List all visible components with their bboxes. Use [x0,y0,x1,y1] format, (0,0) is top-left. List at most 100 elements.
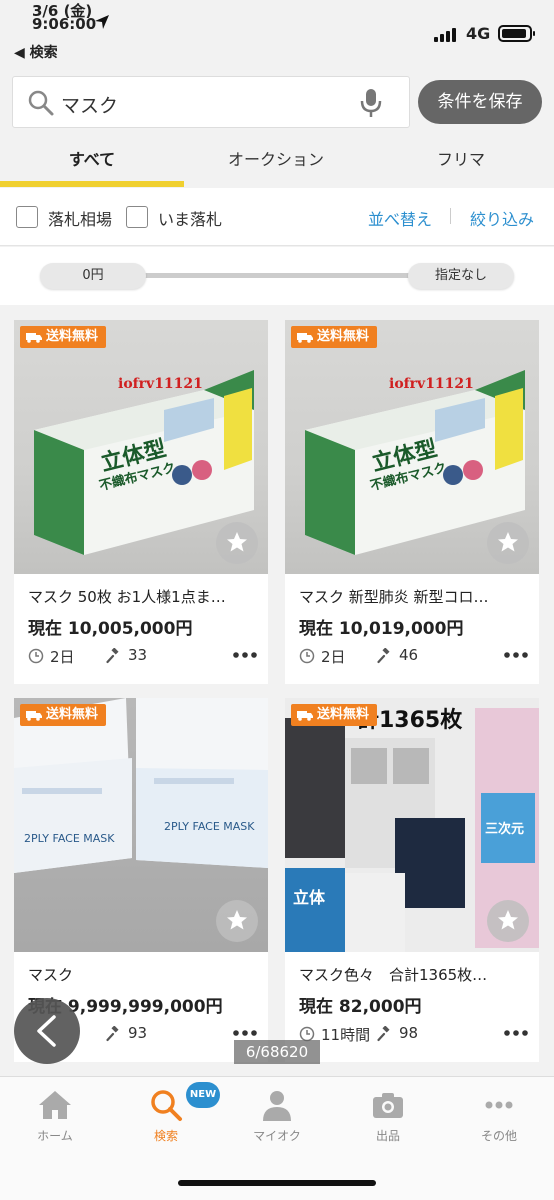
star-icon [227,910,247,930]
watchlist-star-button[interactable] [487,522,529,564]
product-image: 2PLY FACE MASK 2PLY FACE MASK 送料無料 [14,698,268,952]
box-text: 2PLY FACE MASK [164,820,255,833]
free-shipping-badge: 送料無料 [20,326,107,348]
watchlist-star-button[interactable] [216,522,258,564]
product-card[interactable]: 計1365枚 立体 三次元 送料無料 マスク色々 合計1365枚… 現在 82,… [285,698,539,1062]
save-conditions-button[interactable]: 条件を保存 [418,80,542,124]
tabbar-item-sell[interactable]: 出品 [333,1087,443,1147]
chevron-left-icon [37,1015,56,1047]
clock-icon [28,648,44,664]
product-image: 計1365枚 立体 三次元 送料無料 [285,698,539,952]
truck-icon [297,332,313,343]
tabbar-label: 出品 [375,1129,400,1143]
floating-back-button[interactable] [14,998,80,1064]
tab-auction[interactable]: オークション [184,138,368,188]
product-price: 現在 82,000円 [299,997,422,1017]
image-watermark: iofrv11121 [118,376,203,392]
refine-link[interactable]: 絞り込み [470,206,534,230]
image-watermark: iofrv11121 [389,376,474,392]
truck-icon [297,710,313,721]
product-price: 現在 10,005,000円 [28,619,193,639]
slider-track [120,273,430,278]
time-left: 2日 [321,648,346,666]
gavel-icon [377,1026,390,1042]
star-icon [498,532,518,552]
product-meta: 11時間 98 [299,1024,529,1046]
back-to-search-link[interactable]: ◀ 検索 [14,42,58,62]
location-arrow-icon [95,15,109,29]
star-icon [498,910,518,930]
more-options-icon[interactable] [232,648,258,662]
filter-divider [450,208,451,224]
signal-icon [434,26,456,42]
market-price-checkbox[interactable] [16,206,38,228]
time-left: 2日 [50,648,75,666]
bid-count: 46 [399,646,419,664]
box-text: 立体 [293,888,326,907]
product-title: マスク [28,966,74,984]
tab-flea-market[interactable]: フリマ [368,138,554,188]
tabbar-label: その他 [480,1129,517,1143]
bid-count: 98 [399,1024,419,1042]
min-price-handle[interactable]: 0円 [40,263,146,289]
microphone-icon[interactable] [359,87,383,119]
search-icon [151,1090,182,1121]
star-icon [227,532,247,552]
tabbar-item-home[interactable]: ホーム [0,1087,110,1147]
tabbar-item-my-auction[interactable]: マイオク [222,1087,332,1147]
tabbar-label: 検索 [153,1129,178,1143]
more-options-icon[interactable] [232,1026,258,1040]
product-card[interactable]: iofrv11121 立体型 不織布マスク 送料無料 マスク 50枚 お1人様1… [14,320,268,684]
more-options-icon[interactable] [503,1026,529,1040]
bid-count: 33 [128,646,148,664]
truck-icon [26,332,42,343]
buy-now-checkbox[interactable] [126,206,148,228]
watchlist-star-button[interactable] [216,900,258,942]
free-shipping-badge: 送料無料 [291,326,378,348]
search-input[interactable]: マスク [12,76,410,128]
search-query: マスク [61,95,119,117]
camera-icon [373,1093,403,1118]
tabbar-label: ホーム [37,1129,73,1143]
product-meta: 2日 33 [28,646,258,668]
product-price: 現在 10,019,000円 [299,619,464,639]
tabbar-item-other[interactable]: その他 [444,1087,554,1147]
filter-row: 落札相場 いま落札 並べ替え 絞り込み [0,188,554,246]
product-image: iofrv11121 立体型 不織布マスク 送料無料 [14,320,268,574]
more-options-icon[interactable] [503,648,529,662]
network-type: 4G [466,24,491,43]
watchlist-star-button[interactable] [487,900,529,942]
more-horizontal-icon [485,1101,513,1109]
status-time: 9:06:00 [32,15,97,33]
free-shipping-label: 送料無料 [317,329,370,344]
market-price-label: 落札相場 [48,210,113,229]
box-text: 2PLY FACE MASK [24,832,115,845]
battery-icon [498,25,535,42]
product-image: iofrv11121 立体型 不織布マスク 送料無料 [285,320,539,574]
home-indicator [178,1180,376,1186]
time-left: 11時間 [321,1026,371,1044]
product-card[interactable]: iofrv11121 立体型 不織布マスク 送料無料 マスク 新型肺炎 新型コロ… [285,320,539,684]
box-text: 三次元 [485,822,525,837]
tabbar-label: マイオク [253,1129,301,1143]
price-range-slider: 0円 指定なし [0,247,554,305]
buy-now-label: いま落札 [158,210,223,229]
max-price-handle[interactable]: 指定なし [408,263,514,289]
free-shipping-label: 送料無料 [46,329,99,344]
free-shipping-badge: 送料無料 [291,704,378,726]
product-title: マスク 新型肺炎 新型コロ… [299,588,489,606]
clock-icon [299,648,315,664]
free-shipping-label: 送料無料 [317,707,370,722]
truck-icon [26,710,42,721]
free-shipping-badge: 送料無料 [20,704,107,726]
person-icon [263,1091,291,1121]
new-badge: NEW [186,1082,220,1108]
sort-link[interactable]: 並べ替え [368,206,432,230]
bid-count: 93 [128,1024,148,1042]
search-icon [28,90,54,116]
product-title: マスク 50枚 お1人様1点ま… [28,588,226,606]
active-tab-indicator [0,181,184,187]
gavel-icon [106,1026,119,1042]
home-icon [39,1091,71,1119]
gavel-icon [377,648,390,664]
